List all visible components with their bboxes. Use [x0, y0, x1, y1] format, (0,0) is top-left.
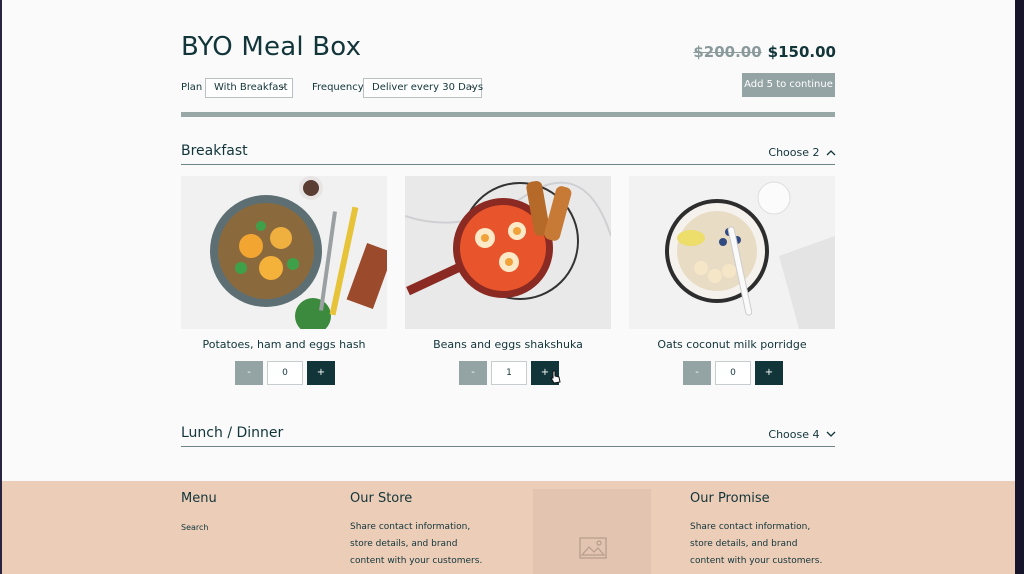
plan-select[interactable]: With Breakfast ⌄	[205, 78, 293, 98]
chevron-down-icon	[826, 431, 836, 437]
current-price: $150.00	[767, 43, 836, 61]
footer-promise-text: Share contact information, store details…	[690, 522, 823, 566]
meal-name: Oats coconut milk porridge	[657, 338, 807, 351]
footer-store-title: Our Store	[350, 491, 413, 506]
progress-fill	[181, 112, 835, 117]
quantity-stepper: - 1 +	[459, 361, 559, 385]
decrease-button[interactable]: -	[459, 361, 487, 385]
increase-button[interactable]: +	[755, 361, 783, 385]
plan-select-value: With Breakfast	[214, 82, 288, 93]
decrease-button[interactable]: -	[683, 361, 711, 385]
meal-image-shakshuka	[405, 176, 611, 329]
lunch-dinner-choose-toggle[interactable]: Choose 4	[768, 428, 836, 441]
footer	[2, 481, 1015, 574]
quantity-stepper: - 0 +	[683, 361, 783, 385]
quantity-stepper: - 0 +	[235, 361, 335, 385]
breakfast-choose-toggle[interactable]: Choose 2	[768, 146, 836, 159]
selection-progress-bar	[181, 112, 835, 117]
lunch-dinner-choose-label: Choose 4	[768, 428, 820, 441]
meal-image-porridge	[629, 176, 835, 329]
plan-label: Plan	[181, 82, 203, 93]
quantity-input[interactable]: 0	[267, 361, 303, 385]
chevron-down-icon: ⌄	[279, 81, 287, 91]
section-title-breakfast[interactable]: Breakfast	[181, 143, 248, 159]
frequency-select-value: Deliver every 30 Days	[372, 82, 484, 93]
section-title-lunch-dinner[interactable]: Lunch / Dinner	[181, 425, 283, 441]
chevron-down-icon: ⌄	[468, 81, 476, 91]
image-placeholder-icon	[579, 537, 607, 559]
chevron-up-icon	[826, 150, 836, 156]
continue-button[interactable]: Add 5 to continue	[742, 73, 835, 97]
quantity-input[interactable]: 0	[715, 361, 751, 385]
section-divider	[181, 446, 835, 447]
hand-cursor-icon	[550, 370, 561, 384]
old-price: $200.00	[693, 43, 762, 61]
footer-link-search[interactable]: Search	[181, 523, 208, 532]
frequency-label: Frequency	[312, 82, 364, 93]
footer-menu-title: Menu	[181, 491, 217, 506]
increase-button[interactable]: +	[307, 361, 335, 385]
footer-promise-title: Our Promise	[690, 491, 770, 506]
page-title: BYO Meal Box	[181, 32, 362, 62]
meal-image-hash	[181, 176, 387, 329]
meal-name: Beans and eggs shakshuka	[433, 338, 583, 351]
section-divider	[181, 164, 835, 165]
window-edge	[1015, 0, 1024, 574]
breakfast-choose-label: Choose 2	[768, 146, 820, 159]
footer-image-placeholder	[533, 489, 651, 574]
footer-store-text: Share contact information, store details…	[350, 522, 483, 566]
decrease-button[interactable]: -	[235, 361, 263, 385]
price: $200.00 $150.00	[693, 43, 836, 61]
meal-name: Potatoes, ham and eggs hash	[202, 338, 366, 351]
frequency-select[interactable]: Deliver every 30 Days ⌄	[363, 78, 484, 98]
quantity-input[interactable]: 1	[491, 361, 527, 385]
